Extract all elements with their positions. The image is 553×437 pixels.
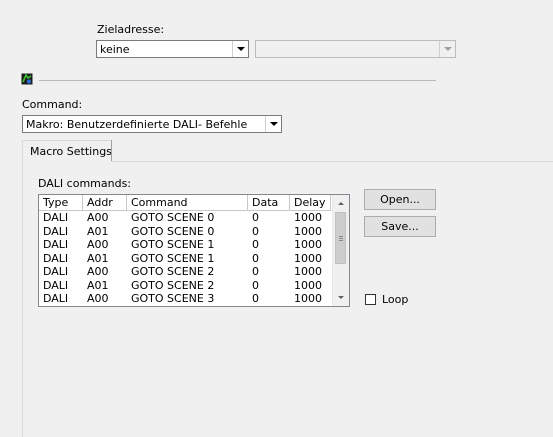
- chevron-down-icon: [439, 41, 455, 57]
- cell-type: DALI: [43, 278, 69, 292]
- scrollbar-thumb[interactable]: [335, 212, 346, 264]
- cell-addr: A00: [87, 292, 109, 305]
- column-header-delay[interactable]: Delay: [290, 195, 331, 211]
- table-row[interactable]: DALI A01 GOTO SCENE 0 0 1000: [39, 225, 331, 239]
- table-row[interactable]: DALI A00 GOTO SCENE 2 0 1000: [39, 265, 331, 279]
- chevron-down-icon[interactable]: [265, 116, 281, 132]
- loop-label[interactable]: Loop: [382, 293, 408, 306]
- tab-macro-settings-label: Macro Settings: [30, 145, 112, 158]
- loop-checkbox[interactable]: [365, 294, 376, 305]
- cell-type: DALI: [43, 265, 69, 278]
- scroll-down-icon[interactable]: [333, 289, 349, 305]
- cell-delay: 1000: [294, 251, 322, 265]
- tab-right-edge: [111, 140, 112, 161]
- cell-delay: 1000: [294, 238, 322, 251]
- cell-delay: 1000: [294, 292, 322, 305]
- cell-addr: A00: [87, 211, 109, 224]
- table-row[interactable]: DALI A00 GOTO SCENE 0 0 1000: [39, 211, 331, 225]
- table-row[interactable]: DALI A00 GOTO SCENE 1 0 1000: [39, 238, 331, 252]
- dali-config-icon: [21, 73, 33, 85]
- cell-command: GOTO SCENE 0: [131, 211, 215, 224]
- cell-delay: 1000: [294, 211, 322, 224]
- cell-data: 0: [252, 278, 259, 292]
- cell-addr: A01: [87, 251, 109, 265]
- cell-data: 0: [252, 211, 259, 224]
- cell-type: DALI: [43, 251, 69, 265]
- table-row[interactable]: DALI A00 GOTO SCENE 3 0 1000: [39, 292, 331, 306]
- cell-addr: A00: [87, 238, 109, 251]
- cell-command: GOTO SCENE 3: [131, 292, 215, 305]
- cell-command: GOTO SCENE 1: [131, 238, 215, 251]
- separator-line: [39, 80, 436, 81]
- table-body: DALI A00 GOTO SCENE 0 0 1000 DALI A01 GO…: [39, 211, 331, 306]
- dali-commands-table[interactable]: Type Addr Command Data Delay DALI A00 GO…: [38, 194, 350, 307]
- tab-macro-settings[interactable]: Macro Settings: [22, 140, 112, 162]
- cell-data: 0: [252, 224, 259, 238]
- cell-type: DALI: [43, 292, 69, 305]
- open-button[interactable]: Open...: [364, 189, 436, 210]
- column-header-data[interactable]: Data: [248, 195, 290, 211]
- save-button-label: Save...: [381, 220, 419, 233]
- command-value: Makro: Benutzerdefinierte DALI- Befehle: [26, 118, 248, 131]
- cell-command: GOTO SCENE 2: [131, 278, 215, 292]
- cell-command: GOTO SCENE 0: [131, 224, 215, 238]
- cell-data: 0: [252, 251, 259, 265]
- cell-type: DALI: [43, 224, 69, 238]
- cell-command: GOTO SCENE 2: [131, 265, 215, 278]
- cell-type: DALI: [43, 211, 69, 224]
- target-address-value: keine: [100, 43, 130, 56]
- target-address-label: Zieladresse:: [97, 23, 165, 36]
- dali-commands-label: DALI commands:: [38, 177, 132, 190]
- cell-delay: 1000: [294, 224, 322, 238]
- scroll-up-icon[interactable]: [333, 195, 349, 211]
- save-button[interactable]: Save...: [364, 216, 436, 237]
- cell-addr: A00: [87, 265, 109, 278]
- cell-delay: 1000: [294, 278, 322, 292]
- column-header-type[interactable]: Type: [39, 195, 83, 211]
- table-row[interactable]: DALI A01 GOTO SCENE 1 0 1000: [39, 252, 331, 266]
- cell-addr: A01: [87, 278, 109, 292]
- cell-type: DALI: [43, 238, 69, 251]
- open-button-label: Open...: [380, 193, 420, 206]
- cell-command: GOTO SCENE 1: [131, 251, 215, 265]
- table-header: Type Addr Command Data Delay: [39, 195, 331, 211]
- command-dropdown[interactable]: Makro: Benutzerdefinierte DALI- Befehle: [22, 115, 282, 133]
- cell-data: 0: [252, 238, 259, 251]
- table-vertical-scrollbar[interactable]: [332, 195, 349, 306]
- cell-addr: A01: [87, 224, 109, 238]
- command-label: Command:: [22, 98, 83, 111]
- column-header-command[interactable]: Command: [127, 195, 248, 211]
- cell-data: 0: [252, 265, 259, 278]
- target-secondary-dropdown[interactable]: [255, 40, 456, 58]
- cell-data: 0: [252, 292, 259, 305]
- chevron-down-icon[interactable]: [232, 41, 248, 57]
- table-row[interactable]: DALI A01 GOTO SCENE 2 0 1000: [39, 279, 331, 293]
- target-address-dropdown[interactable]: keine: [96, 40, 249, 58]
- column-header-addr[interactable]: Addr: [83, 195, 127, 211]
- cell-delay: 1000: [294, 265, 322, 278]
